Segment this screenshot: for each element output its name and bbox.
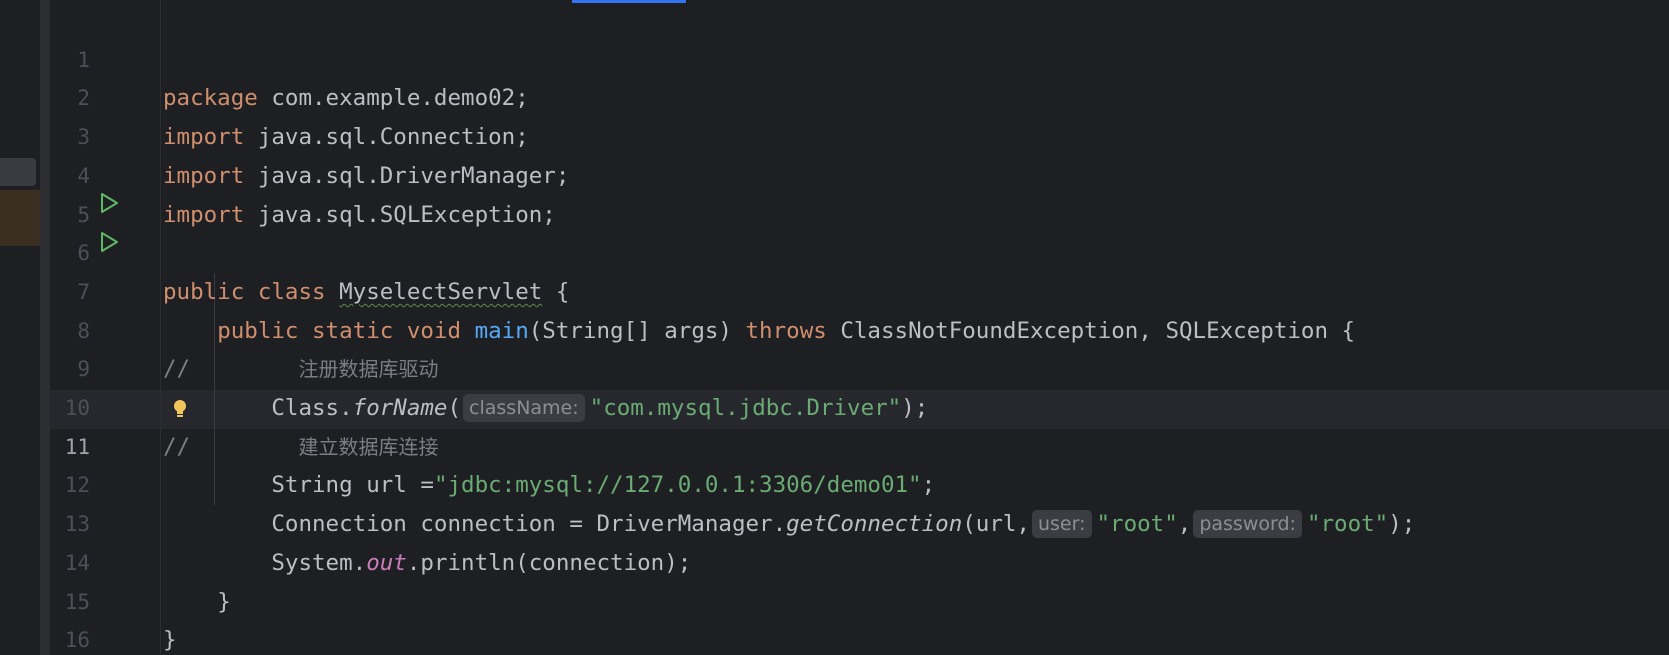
code-line[interactable]: 1 package com.example.demo02; [0,2,1669,112]
code-line[interactable]: 12 Connection connection = DriverManager… [0,428,1669,539]
code-line[interactable]: 9 Class.forName(className: "com.mysql.jdb… [0,312,1669,422]
code-line[interactable]: 7 public static void main(String[] args)… [0,234,1669,344]
code-line[interactable]: 10 // 建立数据库连接 [0,350,1669,460]
code-editor[interactable]: 1 package com.example.demo02; 2 import j… [0,0,1669,655]
code-line[interactable]: 14 } [0,505,1669,615]
code-line[interactable]: 16 [0,583,1669,652]
code-line[interactable]: 6 public class MyselectServlet { [0,196,1669,305]
code-line[interactable]: 8 // 注册数据库驱动 [0,273,1669,383]
code-line[interactable]: 13 System.out.println(connection); [0,466,1669,576]
code-line[interactable]: 5 [0,157,1669,227]
line-number: 16 [64,628,90,653]
code-text: } [163,621,177,655]
code-line[interactable]: 4 import java.sql.SQLException; [0,118,1669,228]
code-line[interactable]: 3 import java.sql.DriverManager; [0,79,1669,189]
code-line-current[interactable]: 11 String url ="jdbc:mysql://127.0.0.1:3… [0,389,1669,499]
code-line[interactable]: 2 import java.sql.Connection; [0,41,1669,150]
code-line[interactable]: 15 } [0,544,1669,654]
code-token: } [163,627,177,654]
